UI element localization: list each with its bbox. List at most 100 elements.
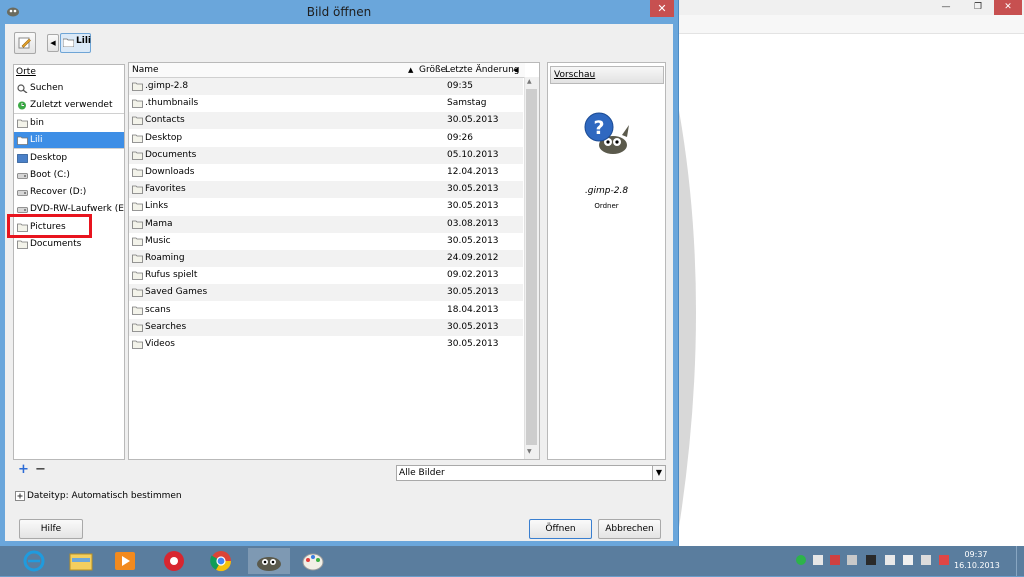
signal-icon[interactable] [921, 555, 931, 565]
file-row[interactable]: Videos 30.05.2013 [129, 336, 523, 353]
path-scroll-left-button[interactable]: ◀ [47, 34, 59, 52]
file-row[interactable]: .gimp-2.8 09:35 [129, 78, 523, 95]
file-row[interactable]: Rufus spielt 09.02.2013 [129, 267, 523, 284]
file-row[interactable]: .thumbnails Samstag [129, 95, 523, 112]
action-center-icon[interactable] [903, 555, 913, 565]
home-folder-icon [17, 136, 28, 145]
file-row[interactable]: Documents 05.10.2013 [129, 146, 523, 164]
file-list-header: Name ▲ Größe Letzte Änderung ◀ [129, 63, 525, 78]
file-row[interactable]: Searches 30.05.2013 [129, 318, 523, 336]
places-item-zuletzt-verwendet[interactable]: Zuletzt verwendet [14, 97, 124, 113]
minimize-icon[interactable]: — [932, 0, 960, 15]
file-row[interactable]: scans 18.04.2013 [129, 302, 523, 319]
taskbar-app[interactable] [15, 548, 53, 574]
pencil-icon [18, 37, 31, 49]
file-row[interactable]: Roaming 24.09.2012 [129, 250, 523, 267]
close-icon[interactable]: ✕ [994, 0, 1022, 15]
svg-text:?: ? [593, 117, 604, 139]
scroll-down-icon[interactable]: ▼ [527, 448, 532, 455]
file-name: Documents [145, 149, 197, 160]
column-modified[interactable]: Letzte Änderung [445, 63, 520, 77]
places-header[interactable]: Orte [14, 65, 124, 79]
places-item-desktop[interactable]: Desktop [14, 150, 124, 166]
restore-icon[interactable]: ❐ [964, 0, 992, 15]
search-icon [17, 84, 28, 93]
highlight-box [7, 214, 92, 238]
preview-header[interactable]: Vorschau [550, 66, 664, 84]
folder-icon [132, 82, 143, 91]
help-button[interactable]: Hilfe [19, 519, 83, 539]
file-filter-select[interactable]: Alle Bilder ▼ [396, 465, 666, 481]
tray-app-icon[interactable] [813, 555, 823, 565]
file-name: Saved Games [145, 287, 208, 298]
file-list-pane: Name ▲ Größe Letzte Änderung ◀ .gimp-2.8… [128, 62, 540, 460]
remove-bookmark-icon[interactable]: − [35, 462, 46, 477]
taskbar-app[interactable] [202, 548, 240, 574]
preview-file-name: .gimp-2.8 [584, 186, 629, 196]
unknown-file-gimp-icon: ? [584, 112, 629, 154]
file-row[interactable]: Contacts 30.05.2013 [129, 112, 523, 130]
places-item-bin[interactable]: bin [14, 115, 124, 131]
volume-icon[interactable] [847, 555, 857, 565]
file-list-scrollbar[interactable]: ▲ ▼ [524, 77, 539, 459]
file-modified: 30.05.2013 [447, 201, 499, 212]
drive-icon [17, 190, 28, 196]
places-item-label: bin [30, 118, 44, 128]
open-button[interactable]: Öffnen [529, 519, 592, 539]
close-button[interactable]: ✕ [650, 0, 674, 17]
file-row[interactable]: Saved Games 30.05.2013 [129, 284, 523, 302]
places-item-recover-d[interactable]: Recover (D:) [14, 184, 124, 200]
file-row[interactable]: Links 30.05.2013 [129, 198, 523, 215]
places-item-suchen[interactable]: Suchen [14, 80, 124, 96]
folder-icon [132, 185, 143, 195]
file-name: Mama [145, 218, 173, 229]
tray-display-icon[interactable] [866, 555, 876, 565]
places-item-boot-c[interactable]: Boot (C:) [14, 167, 124, 183]
taskbar-clock[interactable]: 09:37 16.10.2013 [954, 549, 1000, 571]
file-modified: 09.02.2013 [447, 270, 499, 281]
taskbar-app[interactable] [294, 548, 332, 574]
folder-icon [132, 271, 143, 281]
folder-icon [132, 340, 143, 349]
taskbar-app[interactable] [62, 548, 100, 574]
taskbar-app[interactable] [106, 548, 144, 574]
background-window-toolbar [676, 15, 1024, 34]
desktop-icon [17, 154, 28, 163]
add-bookmark-icon[interactable]: + [18, 462, 29, 477]
mute-icon[interactable] [939, 555, 949, 565]
folder-icon [132, 116, 143, 126]
filetype-expander-label[interactable]: Dateityp: Automatisch bestimmen [27, 491, 182, 501]
taskbar-app-active[interactable] [248, 548, 290, 574]
file-name: Contacts [145, 115, 185, 126]
column-size[interactable]: Größe [419, 63, 446, 77]
scrollbar-thumb[interactable] [526, 89, 537, 445]
file-modified: Samstag [447, 98, 487, 109]
taskbar-app[interactable] [155, 548, 193, 574]
show-desktop-button[interactable] [1016, 546, 1024, 576]
path-button-lili[interactable]: Lili [60, 33, 91, 53]
places-pane: Orte Suchen Zuletzt verwendet bin Lili Deskt… [13, 64, 125, 460]
file-row[interactable]: Music 30.05.2013 [129, 233, 523, 250]
preview-pane: Vorschau ? .gimp-2.8 Ordner [547, 62, 666, 460]
cancel-button[interactable]: Abbrechen [598, 519, 661, 539]
places-item-label: Desktop [30, 153, 68, 163]
file-row[interactable]: Desktop 09:26 [129, 130, 523, 147]
file-modified: 30.05.2013 [447, 321, 499, 332]
folder-icon [132, 202, 143, 212]
chevron-down-icon[interactable]: ▼ [652, 466, 665, 480]
file-row[interactable]: Mama 03.08.2013 [129, 215, 523, 233]
file-name: Favorites [145, 184, 186, 195]
file-row[interactable]: Downloads 12.04.2013 [129, 164, 523, 181]
places-item-lili[interactable]: Lili [14, 132, 124, 148]
flag-icon[interactable] [885, 555, 895, 565]
preview-file-type: Ordner [594, 202, 619, 210]
places-item-documents[interactable]: Documents [14, 236, 124, 252]
scroll-up-icon[interactable]: ▲ [527, 78, 532, 85]
type-location-button[interactable] [14, 32, 36, 54]
tray-alert-icon[interactable] [830, 555, 840, 565]
file-name: Music [145, 235, 171, 246]
column-name[interactable]: Name [132, 63, 159, 77]
file-row[interactable]: Favorites 30.05.2013 [129, 181, 523, 199]
expander-plus-icon[interactable] [15, 491, 25, 501]
network-status-icon[interactable] [796, 555, 806, 565]
